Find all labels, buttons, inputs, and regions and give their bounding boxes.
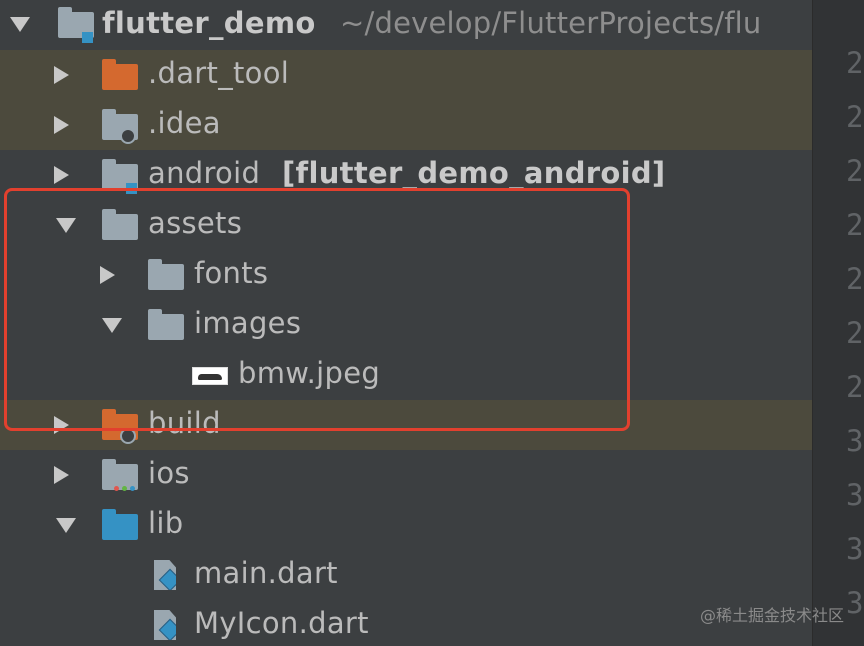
tree-row-ios[interactable]: ios [0,450,812,500]
collapse-arrow-icon[interactable] [54,66,69,84]
expand-arrow-icon[interactable] [56,518,76,533]
line-number: 3 [846,424,864,458]
line-number: 3 [846,478,864,512]
module-name: [flutter_demo_android] [282,156,666,190]
platform-dots-icon [114,486,135,491]
line-number: 2 [846,154,864,188]
gear-badge-icon [120,128,136,144]
module-badge-icon [82,32,93,43]
tree-item-label: main.dart [194,556,338,590]
project-path: ~/develop/FlutterProjects/flu [340,6,762,40]
tree-item-label: android [148,156,261,190]
line-number: 3 [846,532,864,566]
tree-row-dart-tool[interactable]: .dart_tool [0,50,812,100]
tree-item-label: .idea [148,106,221,140]
tree-item-label: ios [148,456,190,490]
dart-file-icon [154,610,176,640]
collapse-arrow-icon[interactable] [54,166,69,184]
editor-line-gutter: 2 2 2 2 2 2 2 3 3 3 3 [812,0,864,646]
collapse-arrow-icon[interactable] [54,466,69,484]
tree-row-main-dart[interactable]: main.dart [0,550,812,600]
excluded-folder-icon [102,59,138,90]
line-number: 2 [846,370,864,404]
tree-item-label: lib [148,506,184,540]
line-number: 2 [846,316,864,350]
tree-item-label: .dart_tool [148,56,290,90]
line-number: 2 [846,262,864,296]
project-name: flutter_demo [102,6,316,40]
source-folder-icon [102,509,138,540]
project-tree: flutter_demo ~/develop/FlutterProjects/f… [0,0,812,646]
line-number: 2 [846,46,864,80]
line-number: 2 [846,208,864,242]
expand-arrow-icon[interactable] [10,17,30,32]
highlight-annotation-box [4,188,630,431]
line-number: 3 [846,586,864,620]
dart-file-icon [154,560,176,590]
line-number: 2 [846,100,864,134]
tree-row-lib[interactable]: lib [0,500,812,550]
tree-row-flutter-demo[interactable]: flutter_demo ~/develop/FlutterProjects/f… [0,0,812,50]
collapse-arrow-icon[interactable] [54,116,69,134]
tree-row-idea[interactable]: .idea [0,100,812,150]
watermark: @稀土掘金技术社区 [699,606,844,625]
tree-row-myicon-dart[interactable]: MyIcon.dart [0,600,812,646]
tree-item-label: MyIcon.dart [194,606,369,640]
